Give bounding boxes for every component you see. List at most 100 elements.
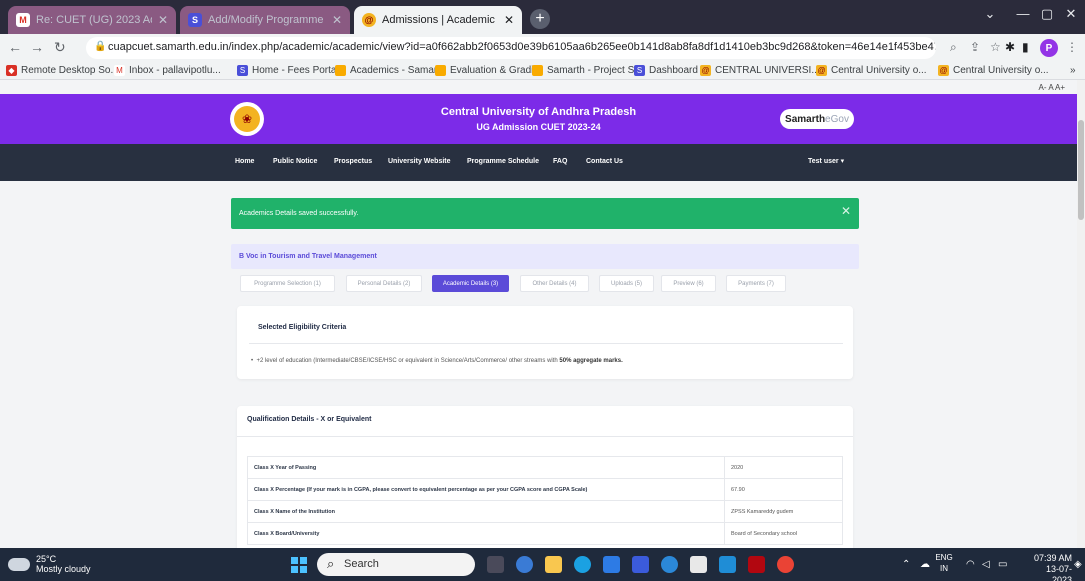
chevron-down-icon: ▾ xyxy=(840,158,845,165)
close-tab-icon[interactable]: ✕ xyxy=(504,13,514,27)
tab-academic-details[interactable]: @ Admissions | Academic Details ✕ xyxy=(354,6,522,34)
step-other-details[interactable]: Other Details (4) xyxy=(520,275,589,292)
tab-gmail[interactable]: M Re: CUET (UG) 2023 Admission c ✕ xyxy=(8,6,176,34)
nav-home[interactable]: Home xyxy=(235,158,254,165)
nav-public-notice[interactable]: Public Notice xyxy=(273,158,317,165)
step-preview[interactable]: Preview (6) xyxy=(661,275,716,292)
reload-icon[interactable]: ↻ xyxy=(54,39,66,56)
tab-programme-dates[interactable]: S Add/Modify Programme dates ✕ xyxy=(180,6,350,34)
notification-icon[interactable]: ◈ xyxy=(1074,559,1082,570)
bookmarks-bar: ◆ Remote Desktop So... M Inbox - pallavipo… xyxy=(0,62,1085,80)
zoom-icon[interactable]: ⌕ xyxy=(950,40,957,55)
row-label: Class X Year of Passing xyxy=(247,456,725,479)
qualification-card: Qualification Details - X or Equivalent … xyxy=(237,406,853,548)
table-row: Class X Board/University Board of Second… xyxy=(247,522,843,545)
edge-icon[interactable] xyxy=(574,556,591,573)
nav-university-website[interactable]: University Website xyxy=(388,158,451,165)
step-personal-details[interactable]: Personal Details (2) xyxy=(346,275,422,292)
table-row: Class X Percentage (If your mark is in C… xyxy=(247,478,843,501)
alert-message: Academics Details saved successfully. xyxy=(239,210,359,217)
user-menu[interactable]: Test user ▾ xyxy=(808,157,844,165)
bookmark-item[interactable]: @ CENTRAL UNIVERSI... xyxy=(700,65,820,76)
step-payments[interactable]: Payments (7) xyxy=(726,275,786,292)
media-icon[interactable] xyxy=(661,556,678,573)
cloud-icon xyxy=(8,557,30,571)
close-tab-icon[interactable]: ✕ xyxy=(158,13,168,27)
netflix-icon[interactable] xyxy=(748,556,765,573)
row-value: Board of Secondary school xyxy=(724,522,843,545)
start-button[interactable] xyxy=(291,557,307,573)
bookmark-item[interactable]: @ Central University o... xyxy=(938,65,1049,76)
extensions-icon[interactable]: ✱ xyxy=(1005,40,1015,54)
close-icon[interactable]: ✕ xyxy=(841,204,851,218)
samarth-icon: S xyxy=(237,65,248,76)
nav-programme-schedule[interactable]: Programme Schedule xyxy=(467,158,539,165)
onedrive-icon[interactable]: ☁ xyxy=(920,559,930,570)
nav-contact-us[interactable]: Contact Us xyxy=(586,158,623,165)
calendar-icon[interactable] xyxy=(690,556,707,573)
eligibility-card: Selected Eligibility Criteria • +2 level… xyxy=(237,306,853,379)
nav-faq[interactable]: FAQ xyxy=(553,158,567,165)
taskbar-search[interactable]: ⌕ Search xyxy=(317,553,475,576)
store-icon[interactable] xyxy=(603,556,620,573)
calculator-icon[interactable] xyxy=(719,556,736,573)
language-indicator[interactable]: ENG IN xyxy=(932,552,956,574)
bookmark-item[interactable]: Evaluation & Gradi... xyxy=(435,65,542,76)
chrome-icon[interactable] xyxy=(777,556,794,573)
row-label: Class X Percentage (If your mark is in C… xyxy=(247,478,725,501)
folder-icon xyxy=(335,65,346,76)
bookmark-item[interactable]: @ Central University o... xyxy=(816,65,927,76)
nav-prospectus[interactable]: Prospectus xyxy=(334,158,372,165)
close-tab-icon[interactable]: ✕ xyxy=(332,13,342,27)
volume-icon[interactable]: ◁ xyxy=(982,559,990,570)
close-window-button[interactable]: ✕ xyxy=(1056,6,1085,22)
temperature: 25°C xyxy=(36,554,57,564)
new-tab-button[interactable]: + xyxy=(530,9,550,29)
chat-icon[interactable] xyxy=(516,556,533,573)
bookmark-item[interactable]: Academics - Samarth xyxy=(335,65,446,76)
bookmark-item[interactable]: Samarth - Project S... xyxy=(532,65,643,76)
weather-condition: Mostly cloudy xyxy=(36,564,91,574)
back-icon[interactable]: ← xyxy=(8,39,22,55)
eligibility-title: Selected Eligibility Criteria xyxy=(258,324,347,331)
step-academic-details[interactable]: Academic Details (3) xyxy=(432,275,509,292)
outlook-icon[interactable] xyxy=(632,556,649,573)
chevron-up-icon[interactable]: ⌃ xyxy=(902,559,910,570)
bookmark-star-icon[interactable]: ☆ xyxy=(990,40,1001,54)
bookmark-item[interactable]: M Inbox - pallavipotlu... xyxy=(114,65,221,76)
row-label: Class X Name of the Institution xyxy=(247,500,725,523)
share-icon[interactable]: ⇪ xyxy=(970,40,980,54)
forward-icon[interactable]: → xyxy=(30,39,44,55)
bookmark-item[interactable]: ◆ Remote Desktop So... xyxy=(6,65,119,76)
clock-time: 07:39 AM xyxy=(1033,553,1072,563)
bookmark-item[interactable]: S Home - Fees Portal xyxy=(237,65,339,76)
weather-widget[interactable]: 25°C Mostly cloudy xyxy=(8,554,91,574)
font-size-controls[interactable]: A- A A+ xyxy=(1039,83,1065,92)
profile-avatar[interactable]: P xyxy=(1040,39,1058,57)
main-navigation: Home Public Notice Prospectus University… xyxy=(0,144,1077,181)
scrollbar-thumb[interactable] xyxy=(1078,120,1084,220)
system-clock[interactable]: 07:39 AM 13-07-2023 xyxy=(1030,553,1072,581)
step-uploads[interactable]: Uploads (5) xyxy=(599,275,654,292)
url-field[interactable]: 🔒 cuapcuet.samarth.edu.in/index.php/acad… xyxy=(86,37,936,59)
university-icon: @ xyxy=(362,13,376,27)
university-icon: @ xyxy=(816,65,827,76)
page-scrollbar[interactable] xyxy=(1077,80,1085,548)
url-text: cuapcuet.samarth.edu.in/index.php/academ… xyxy=(108,41,936,53)
more-bookmarks-icon[interactable]: » xyxy=(1070,65,1076,76)
tab-search-icon[interactable]: ⌄ xyxy=(975,6,1005,22)
qualification-title: Qualification Details - X or Equivalent xyxy=(247,416,372,423)
wifi-icon[interactable]: ◠ xyxy=(966,559,975,570)
file-explorer-icon[interactable] xyxy=(545,556,562,573)
step-programme-selection[interactable]: Programme Selection (1) xyxy=(240,275,335,292)
side-panel-icon[interactable]: ▮ xyxy=(1022,40,1029,54)
menu-icon[interactable]: ⋮ xyxy=(1066,40,1078,54)
divider xyxy=(249,343,843,344)
task-view-icon[interactable] xyxy=(487,556,504,573)
samarth-icon: S xyxy=(188,13,202,27)
battery-icon[interactable]: ▭ xyxy=(998,559,1007,570)
row-label: Class X Board/University xyxy=(247,522,725,545)
table-row: Class X Year of Passing 2020 xyxy=(247,456,843,479)
bookmark-item[interactable]: S Dashboard xyxy=(634,65,698,76)
samarth-egov-logo: Samarth eGov xyxy=(780,109,854,129)
